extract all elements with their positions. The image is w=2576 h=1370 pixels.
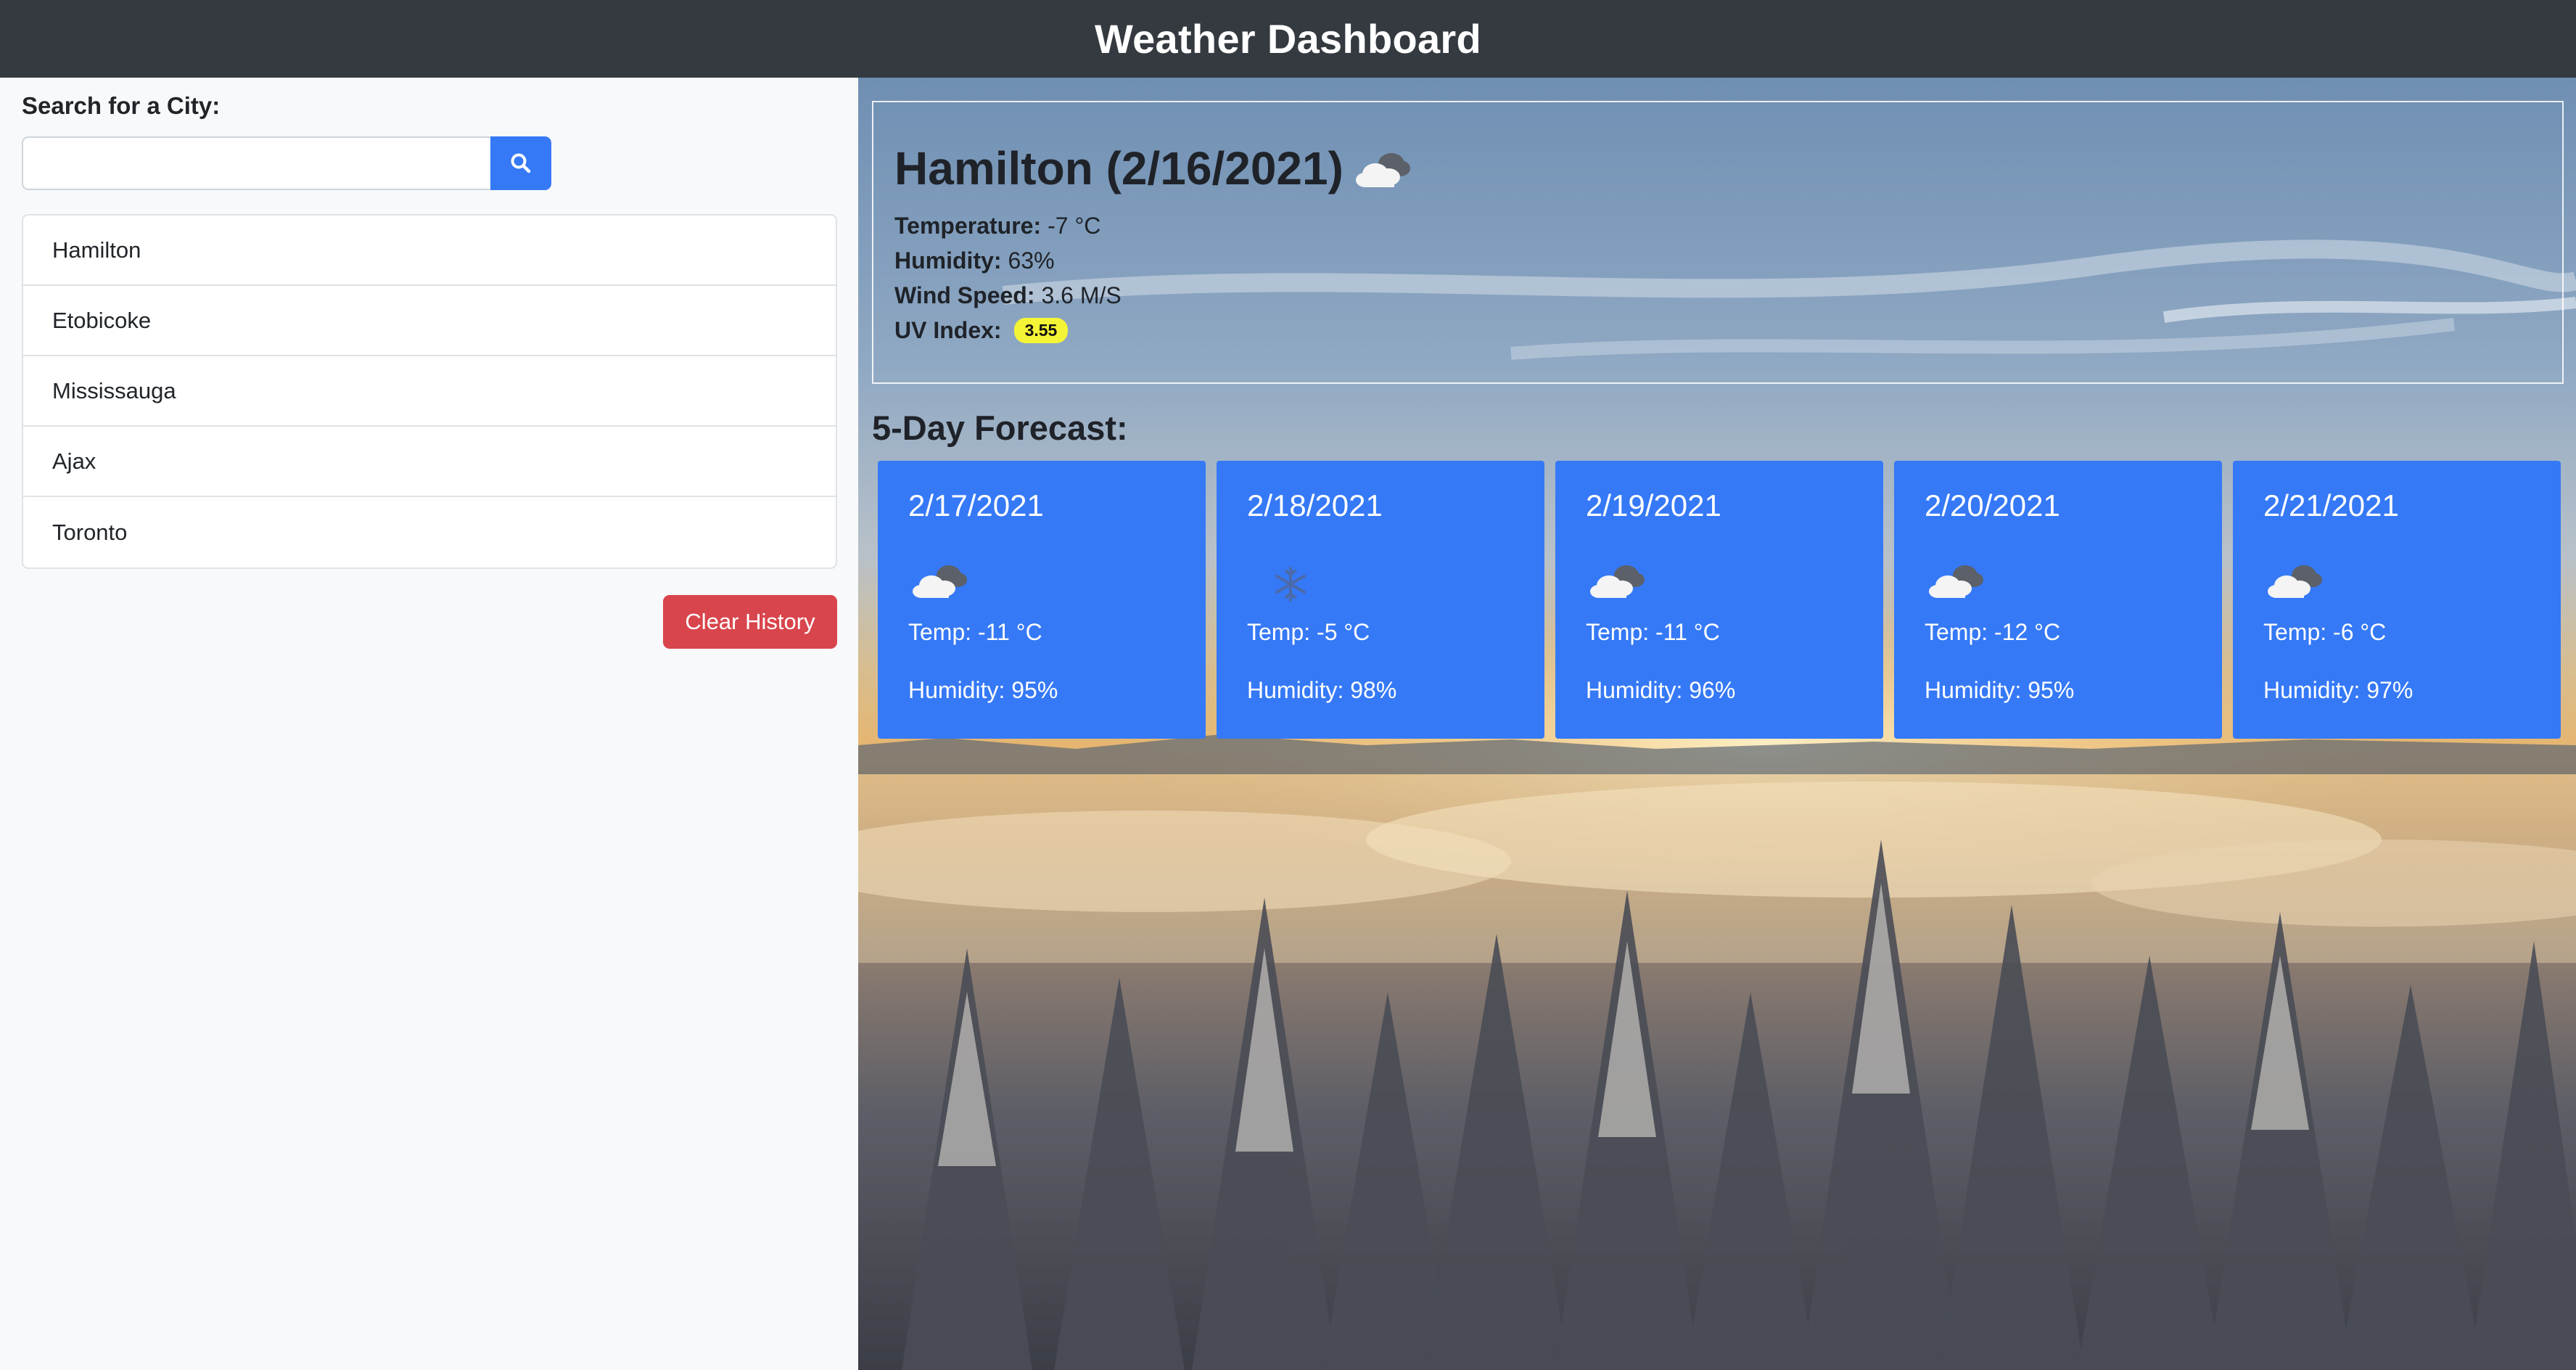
search-label: Search for a City: [22, 92, 221, 119]
forecast-temp: Temp: -12 °C [1925, 619, 2061, 645]
forecast-temp: Temp: -5 °C [1247, 619, 1370, 645]
forecast-temp: Temp: -11 °C [908, 619, 1042, 645]
clear-history-button[interactable]: Clear History [663, 595, 837, 649]
forecast-temp: Temp: -6 °C [2263, 619, 2387, 645]
history-item-toronto[interactable]: Toronto [23, 497, 836, 567]
forecast-card: 2/18/2021 Temp: -5 °C Humidity: 98% [1217, 461, 1544, 739]
forecast-date: 2/20/2021 [1925, 488, 2060, 522]
uv-index-badge: 3.55 [1013, 318, 1069, 343]
cloud-icon [1354, 145, 1415, 192]
history-item-hamilton[interactable]: Hamilton [23, 216, 836, 286]
app-title: Weather Dashboard [1094, 16, 1482, 62]
wind-row: Wind Speed: 3.6 M/S [894, 282, 1122, 309]
forecast-temp: Temp: -11 °C [1586, 619, 1720, 645]
history-item-mississauga[interactable]: Mississauga [23, 356, 836, 427]
search-icon [511, 153, 531, 173]
forecast-card: 2/19/2021 Temp: -11 °C Humidity: 96% [1555, 461, 1883, 739]
humidity-value: 63% [1008, 247, 1055, 274]
humidity-row: Humidity: 63% [894, 247, 1055, 274]
current-city-title: Hamilton (2/16/2021) [894, 142, 1343, 194]
uv-row: UV Index: 3.55 [894, 317, 1069, 344]
cloud-icon [1590, 565, 1645, 598]
forecast-title: 5-Day Forecast: [872, 409, 1128, 447]
current-city-heading: Hamilton (2/16/2021) [894, 141, 1415, 195]
humidity-label: Humidity: [894, 247, 1002, 274]
forecast-date: 2/19/2021 [1586, 488, 1721, 522]
forecast-card: 2/21/2021 Temp: -6 °C Humidity: 97% [2233, 461, 2561, 739]
forecast-humidity: Humidity: 95% [908, 677, 1058, 703]
forecast-date: 2/21/2021 [2263, 488, 2399, 522]
wind-value: 3.6 M/S [1041, 282, 1122, 308]
cloud-icon [2268, 565, 2322, 598]
forecast-card: 2/20/2021 Temp: -12 °C Humidity: 95% [1894, 461, 2222, 739]
forecast-date: 2/17/2021 [908, 488, 1044, 522]
city-search-input[interactable] [22, 136, 492, 190]
forecast-humidity: Humidity: 95% [1925, 677, 2075, 703]
temperature-value: -7 °C [1048, 213, 1101, 239]
history-item-ajax[interactable]: Ajax [23, 427, 836, 497]
forecast-card: 2/17/2021 Temp: -11 °C Humidity: 95% [878, 461, 1206, 739]
cloud-icon [913, 565, 967, 598]
search-button[interactable] [490, 136, 551, 190]
snowflake-icon [1275, 567, 1306, 602]
wind-label: Wind Speed: [894, 282, 1035, 308]
forecast-humidity: Humidity: 98% [1247, 677, 1397, 703]
cloud-icon [1929, 565, 1983, 598]
navbar: Weather Dashboard [0, 0, 2576, 78]
forecast-date: 2/18/2021 [1247, 488, 1383, 522]
search-history-list: Hamilton Etobicoke Mississauga Ajax Toro… [22, 214, 837, 569]
forecast-humidity: Humidity: 97% [2263, 677, 2414, 703]
forecast-humidity: Humidity: 96% [1586, 677, 1736, 703]
uv-label: UV Index: [894, 317, 1002, 343]
temperature-label: Temperature: [894, 213, 1042, 239]
temperature-row: Temperature: -7 °C [894, 213, 1100, 239]
history-item-etobicoke[interactable]: Etobicoke [23, 286, 836, 356]
main-content: Hamilton (2/16/2021) Temperature: -7 °C … [858, 78, 2576, 1370]
